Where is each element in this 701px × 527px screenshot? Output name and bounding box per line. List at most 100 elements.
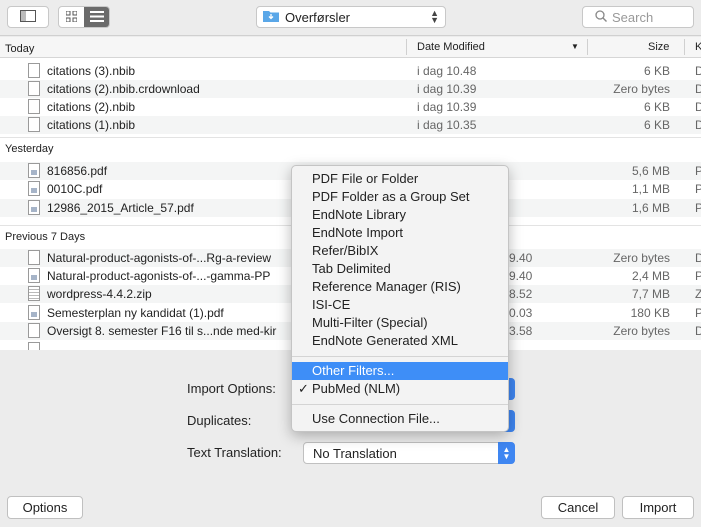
menu-item-label: PubMed (NLM) xyxy=(312,381,401,396)
toolbar: Overførsler ▲ ▼ Search xyxy=(0,0,701,36)
file-kind: P xyxy=(695,269,701,283)
file-kind: D xyxy=(695,324,701,338)
file-kind: P xyxy=(695,306,701,320)
file-size: 2,4 MB xyxy=(631,269,670,283)
view-mode-control xyxy=(58,6,110,28)
location-popup[interactable]: Overførsler ▲ ▼ xyxy=(256,6,446,28)
file-date: i dag 10.48 xyxy=(417,64,477,78)
pdf-file-icon xyxy=(28,268,40,283)
grid-icon xyxy=(65,10,78,25)
menu-item-endnote-library[interactable]: EndNote Library xyxy=(292,206,508,224)
text-translation-label: Text Translation: xyxy=(187,445,282,460)
file-name: 12986_2015_Article_57.pdf xyxy=(47,201,194,215)
text-translation-popup[interactable]: No Translation ▲ ▼ xyxy=(303,442,515,464)
file-name: citations (2).nbib.crdownload xyxy=(47,82,200,96)
location-label: Overførsler xyxy=(285,9,350,25)
section-header-today: Today xyxy=(5,43,35,55)
import-options-label: Import Options: xyxy=(187,381,276,396)
file-size: Zero bytes xyxy=(613,82,670,96)
list-item[interactable]: citations (1).nbib i dag 10.35 6 KB D xyxy=(0,116,701,134)
file-date: i dag 10.39 xyxy=(417,100,477,114)
file-size: 5,6 MB xyxy=(631,164,670,178)
file-date: 9.40 xyxy=(509,251,533,265)
icon-view-button[interactable] xyxy=(59,7,84,27)
document-icon xyxy=(28,117,40,132)
file-date: 9.40 xyxy=(509,269,533,283)
file-kind: Z xyxy=(695,287,701,301)
menu-item-pdf-folder-group-set[interactable]: PDF Folder as a Group Set xyxy=(292,188,508,206)
search-icon xyxy=(595,9,607,25)
file-kind: D xyxy=(695,82,701,96)
import-button[interactable]: Import xyxy=(622,496,694,519)
menu-item-endnote-import[interactable]: EndNote Import xyxy=(292,224,508,242)
pdf-file-icon xyxy=(28,200,40,215)
list-item[interactable]: citations (3).nbib i dag 10.48 6 KB D xyxy=(0,62,701,80)
menu-separator xyxy=(292,356,508,357)
pdf-file-icon xyxy=(28,163,40,178)
file-name: Oversigt 8. semester F16 til s...nde med… xyxy=(47,324,277,338)
file-date: 8.52 xyxy=(509,287,533,301)
duplicates-label: Duplicates: xyxy=(187,413,252,428)
file-name: citations (2).nbib xyxy=(47,100,136,114)
document-icon xyxy=(28,342,40,350)
pdf-file-icon xyxy=(28,181,40,196)
pdf-file-icon xyxy=(28,305,40,320)
menu-item-tab-delimited[interactable]: Tab Delimited xyxy=(292,260,508,278)
file-size: 6 KB xyxy=(643,118,670,132)
search-field[interactable]: Search xyxy=(582,6,694,28)
list-view-button[interactable] xyxy=(84,7,109,27)
menu-item-use-connection-file[interactable]: Use Connection File... xyxy=(292,410,508,428)
menu-item-multi-filter[interactable]: Multi-Filter (Special) xyxy=(292,314,508,332)
document-icon xyxy=(28,63,40,78)
cancel-button[interactable]: Cancel xyxy=(541,496,615,519)
file-kind: D xyxy=(695,100,701,114)
list-item[interactable]: citations (2).nbib.crdownload i dag 10.3… xyxy=(0,80,701,98)
file-date: 3.58 xyxy=(509,324,533,338)
file-date: 0.03 xyxy=(509,306,533,320)
menu-item-reference-manager-ris[interactable]: Reference Manager (RIS) xyxy=(292,278,508,296)
file-size: 1,1 MB xyxy=(631,182,670,196)
file-name: 816856.pdf xyxy=(47,164,108,178)
sidebar-toggle-button[interactable] xyxy=(7,6,49,28)
file-kind: D xyxy=(695,64,701,78)
file-kind: D xyxy=(695,251,701,265)
file-kind: P xyxy=(695,164,701,178)
file-name: 0010C.pdf xyxy=(47,182,103,196)
file-size: Zero bytes xyxy=(613,251,670,265)
menu-item-isi-ce[interactable]: ISI-CE xyxy=(292,296,508,314)
menu-item-pdf-file-or-folder[interactable]: PDF File or Folder xyxy=(292,170,508,188)
folder-icon xyxy=(263,9,279,25)
menu-item-endnote-generated-xml[interactable]: EndNote Generated XML xyxy=(292,332,508,350)
options-button[interactable]: Options xyxy=(7,496,83,519)
menu-item-other-filters[interactable]: Other Filters... xyxy=(292,362,508,380)
file-name: Natural-product-agonists-of-...-gamma-PP xyxy=(47,269,271,283)
search-placeholder: Search xyxy=(612,9,654,25)
file-name: wordpress-4.4.2.zip xyxy=(47,287,152,301)
document-icon xyxy=(28,99,40,114)
menu-item-pubmed-nlm[interactable]: ✓ PubMed (NLM) xyxy=(292,380,508,398)
file-size: 180 KB xyxy=(630,306,670,320)
updown-icon: ▲▼ xyxy=(430,8,439,25)
file-kind: D xyxy=(695,118,701,132)
list-icon xyxy=(89,10,104,25)
document-icon xyxy=(28,250,40,265)
file-name: citations (3).nbib xyxy=(47,64,136,78)
file-kind: P xyxy=(695,182,701,196)
file-size: 6 KB xyxy=(643,100,670,114)
file-name: citations (1).nbib xyxy=(47,118,136,132)
list-item[interactable]: citations (2).nbib i dag 10.39 6 KB D xyxy=(0,98,701,116)
file-kind: P xyxy=(695,201,701,215)
text-translation-value: No Translation xyxy=(313,446,397,461)
file-size: 1,6 MB xyxy=(631,201,670,215)
checkmark-icon: ✓ xyxy=(298,381,309,396)
updown-icon: ▲▼ xyxy=(498,442,515,464)
section-header-yesterday: Yesterday xyxy=(0,137,701,159)
file-date: i dag 10.35 xyxy=(417,118,477,132)
file-size: 6 KB xyxy=(643,64,670,78)
file-date: i dag 10.39 xyxy=(417,82,477,96)
document-icon xyxy=(28,81,40,96)
sidebar-icon xyxy=(20,9,36,25)
file-name: Semesterplan ny kandidat (1).pdf xyxy=(47,306,224,320)
menu-item-refer-bibix[interactable]: Refer/BibIX xyxy=(292,242,508,260)
file-size: 7,7 MB xyxy=(631,287,670,301)
